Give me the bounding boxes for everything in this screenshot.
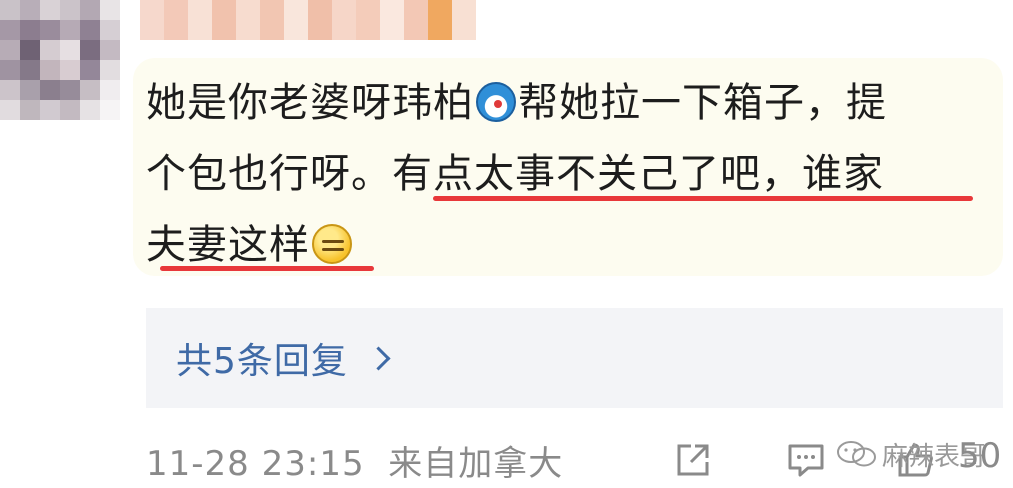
share-icon[interactable] [673, 440, 713, 480]
smirk-emoji-icon [312, 224, 352, 264]
doraemon-emoji-icon [476, 82, 516, 122]
red-underline-2 [160, 266, 374, 271]
comment-line2-a: 个包也行呀。 [146, 151, 392, 197]
red-underline-1 [433, 196, 973, 201]
source-location: 来自加拿大 [388, 444, 564, 484]
comment-line3: 夫妻这样 [146, 222, 310, 268]
comment-line1-a: 她是你老婆呀玮柏 [146, 80, 474, 126]
comment-icon[interactable] [786, 440, 826, 480]
comment-card: 她是你老婆呀玮柏 帮她拉一下箱子，提 个包也行呀。有点太事不关己了吧，谁家 夫妻这… [0, 0, 1013, 488]
chevron-right-icon [366, 345, 391, 371]
view-replies-button[interactable]: 共5条回复 [146, 308, 1003, 408]
username-blurred[interactable] [140, 0, 476, 40]
comment-meta: 11-28 23:15 来自加拿大 [146, 436, 563, 485]
comment-line2-b: 有点太事不关己了吧，谁家 [392, 151, 884, 197]
comment-footer: 11-28 23:15 来自加拿大 麻辣表哥 50 [146, 432, 1006, 488]
wechat-logo-icon [837, 441, 876, 467]
comment-text: 她是你老婆呀玮柏 帮她拉一下箱子，提 个包也行呀。有点太事不关己了吧，谁家 夫妻这… [146, 68, 986, 281]
avatar[interactable] [0, 0, 120, 120]
comment-line1-b: 帮她拉一下箱子，提 [518, 80, 887, 126]
replies-label: 共5条回复 [176, 341, 348, 382]
like-count: 50 [958, 436, 1002, 476]
timestamp: 11-28 23:15 [146, 444, 365, 484]
